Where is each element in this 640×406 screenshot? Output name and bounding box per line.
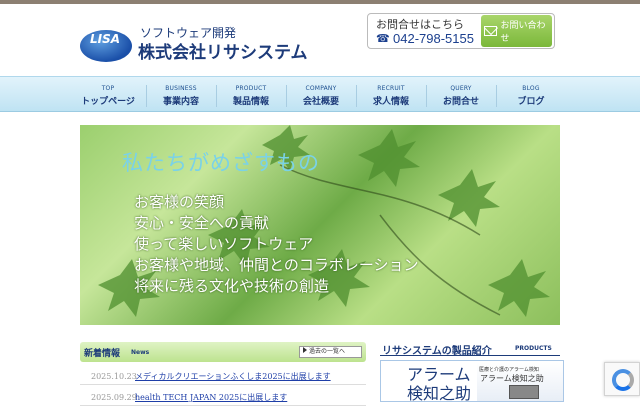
news-link[interactable]: health TECH JAPAN 2025に出展します [135, 392, 287, 403]
recaptcha-icon [612, 369, 634, 391]
products-divider [380, 355, 560, 356]
product-banner-name-line: アラーム [407, 365, 471, 384]
nav-en-label: RECRUIT [377, 85, 405, 92]
nav-item-company[interactable]: COMPANY 会社概要 [286, 77, 356, 113]
nav-jp-label: お問合せ [442, 97, 479, 107]
news-link[interactable]: メディカルクリエーションふくしま2025に出展します [135, 371, 331, 382]
news-section: 新着情報 News 過去の一覧へ 2025.10.23 メディカルクリエーション… [80, 342, 366, 406]
news-item: 2025.10.23 メディカルクリエーションふくしま2025に出展します [80, 367, 366, 385]
nav-en-label: QUERY [450, 85, 472, 92]
nav-en-label: BUSINESS [165, 85, 197, 92]
triangle-right-icon [303, 347, 307, 353]
product-banner[interactable]: アラーム 検知之助 医療と介護のアラーム検知 アラーム検知之助 [380, 360, 564, 403]
news-header: 新着情報 News 過去の一覧へ [80, 342, 366, 362]
recaptcha-badge[interactable] [604, 362, 640, 396]
phone-icon: ☎ [376, 32, 390, 45]
nav-en-label: COMPANY [305, 85, 337, 92]
nav-en-label: BLOG [522, 85, 540, 92]
main-nav: TOP トップページ BUSINESS 事業内容 PRODUCT 製品情報 COMPA… [0, 76, 640, 112]
nav-item-top[interactable]: TOP トップページ [73, 77, 143, 113]
news-date: 2025.09.29 [91, 393, 137, 402]
product-image-name: アラーム検知之助 [480, 374, 544, 383]
nav-item-product[interactable]: PRODUCT 製品情報 [216, 77, 286, 113]
news-item: 2025.09.29 health TECH JAPAN 2025に出展します [80, 388, 366, 406]
nav-jp-label: 製品情報 [232, 97, 269, 107]
news-date: 2025.10.23 [91, 372, 137, 381]
hero-line: お客様の笑顔 [134, 193, 225, 211]
nav-en-label: PRODUCT [235, 85, 267, 92]
company-name[interactable]: 株式会社リサシステム [138, 38, 308, 63]
nav-jp-label: ブログ [517, 97, 545, 107]
nav-jp-label: 会社概要 [302, 97, 339, 107]
nav-jp-label: 求人情報 [372, 97, 409, 107]
products-subtitle: PRODUCTS [515, 345, 552, 352]
contact-mail-label: お問い合わせ [500, 21, 546, 44]
logo-text-isa: ISA [97, 32, 121, 46]
hero-title: 私たちがめざすもの [122, 151, 320, 175]
hero-line: 将来に残る文化や技術の創造 [134, 277, 330, 295]
contact-mail-button[interactable]: お問い合わせ [481, 15, 552, 47]
nav-item-business[interactable]: BUSINESS 事業内容 [146, 77, 216, 113]
logo-text: LISA [90, 32, 120, 46]
nav-item-recruit[interactable]: RECRUIT 求人情報 [356, 77, 426, 113]
phone-number[interactable]: 042-798-5155 [393, 31, 474, 46]
hero-line: お客様や地域、仲間とのコラボレーション [134, 256, 419, 274]
site-header: LISA ソフトウェア開発 株式会社リサシステム お問合せはこちら ☎ 042-… [0, 4, 640, 76]
nav-jp-label: 事業内容 [162, 97, 199, 107]
contact-box: お問合せはこちら ☎ 042-798-5155 お問い合わせ [367, 13, 555, 49]
nav-en-label: TOP [101, 85, 115, 92]
product-banner-name-line: 検知之助 [407, 384, 472, 403]
hero-line: 安心・安全への貢献 [134, 214, 270, 232]
news-subtitle: News [131, 349, 150, 356]
contact-label: お問合せはこちら [376, 18, 464, 31]
news-archive-label: 過去の一覧へ [309, 348, 346, 355]
device-icon [509, 385, 539, 399]
logo-text-l: L [90, 32, 98, 46]
nav-jp-label: トップページ [81, 97, 135, 107]
hero-banner: 私たちがめざすもの お客様の笑顔 安心・安全への貢献 使って楽しいソフトウェア … [80, 125, 560, 325]
product-banner-name: アラーム 検知之助 [407, 365, 471, 403]
news-title: 新着情報 [84, 349, 121, 359]
company-logo[interactable]: LISA [80, 26, 132, 64]
nav-item-query[interactable]: QUERY お問合せ [426, 77, 496, 113]
hero-line: 使って楽しいソフトウェア [134, 235, 314, 253]
hero-mission-list: お客様の笑顔 安心・安全への貢献 使って楽しいソフトウェア お客様や地域、仲間と… [134, 192, 419, 297]
product-image-caption: 医療と介護のアラーム検知 [479, 367, 539, 373]
product-image: 医療と介護のアラーム検知 アラーム検知之助 [477, 363, 563, 401]
nav-item-blog[interactable]: BLOG ブログ [496, 77, 566, 113]
news-archive-button[interactable]: 過去の一覧へ [299, 346, 362, 358]
products-section: リサシステムの製品紹介 PRODUCTS アラーム 検知之助 医療と介護のアラー… [380, 342, 564, 403]
mail-icon [484, 26, 498, 36]
